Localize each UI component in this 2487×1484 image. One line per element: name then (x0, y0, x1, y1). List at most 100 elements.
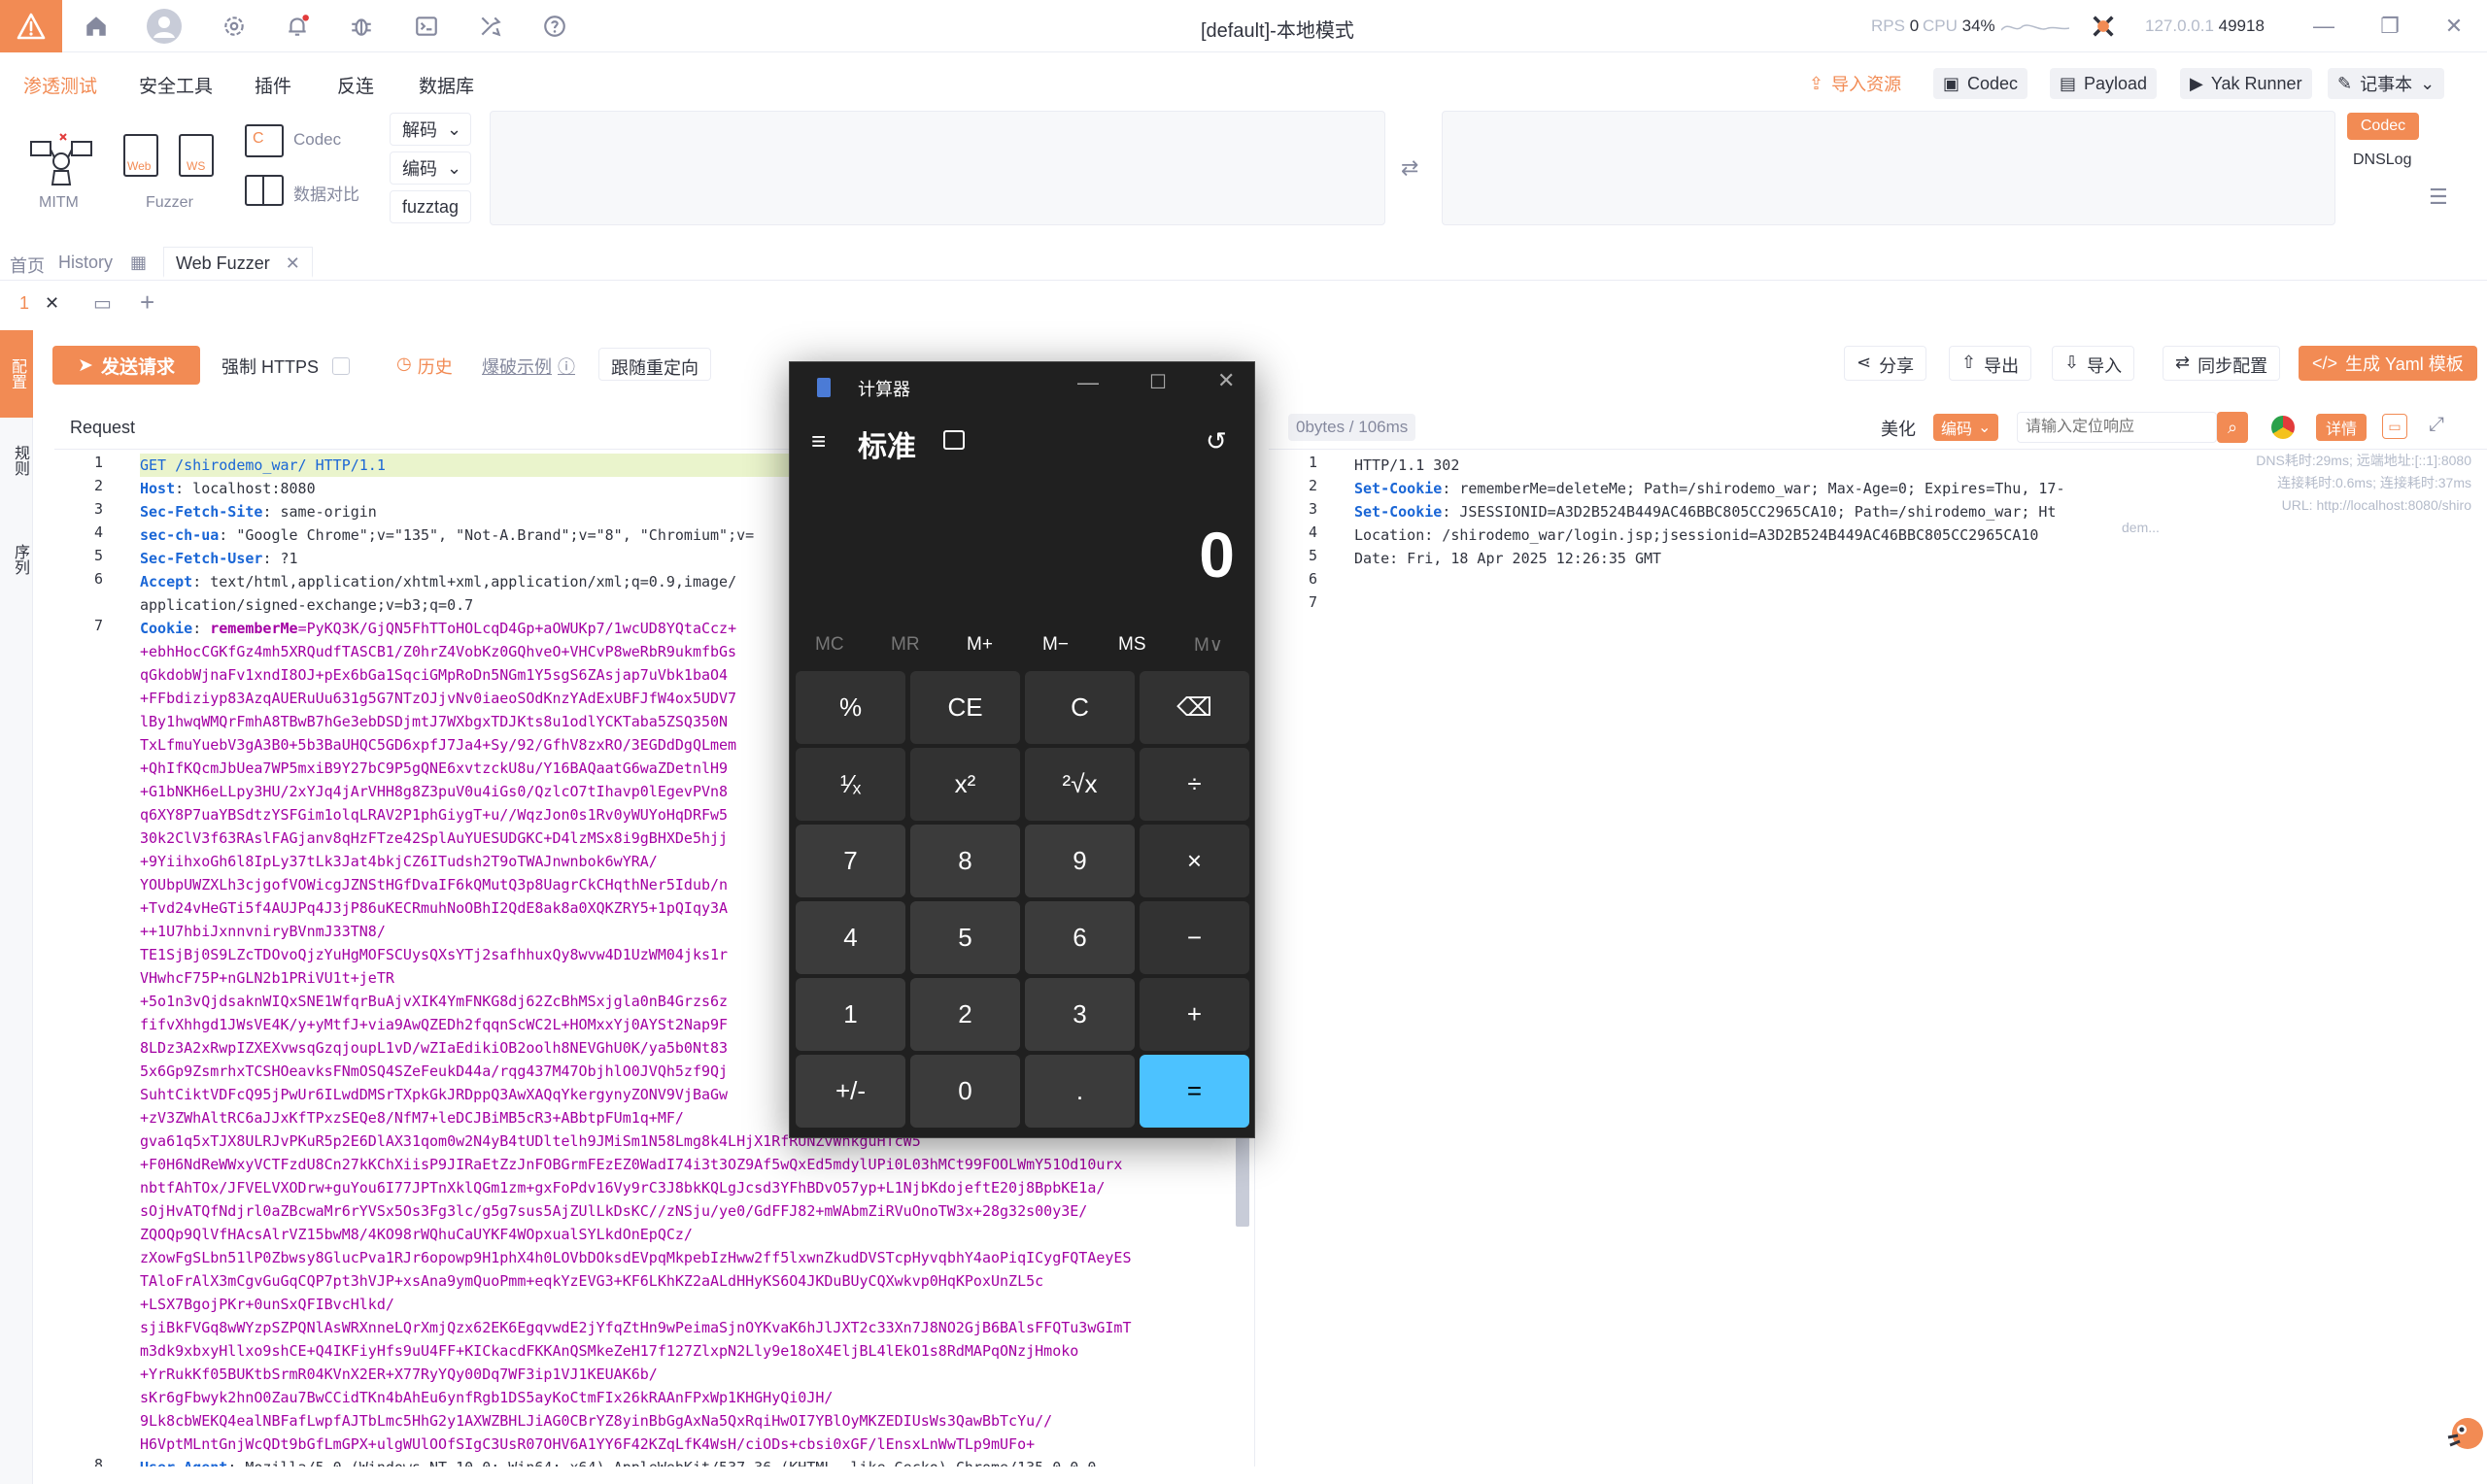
bell-icon[interactable] (283, 12, 312, 41)
mitm-icon[interactable] (27, 132, 95, 190)
rail-sequence[interactable]: 序列 (8, 544, 31, 575)
bug-icon[interactable] (347, 12, 376, 41)
data-compare-icon[interactable] (245, 175, 284, 206)
fuzztag-button[interactable]: fuzztag (390, 190, 471, 223)
send-request-button[interactable]: ➤ 发送请求 (52, 346, 200, 385)
export-button[interactable]: ⇧ 导出 (1949, 346, 2032, 381)
help-icon[interactable] (540, 12, 569, 41)
yak-runner-button[interactable]: ▶ Yak Runner (2180, 68, 2312, 99)
chrome-icon[interactable] (2271, 416, 2295, 439)
codec-top-button[interactable]: ▣ Codec (1933, 68, 2028, 99)
mitm-label[interactable]: MITM (39, 194, 79, 212)
swap-icon[interactable]: ⇄ (1401, 155, 1418, 181)
side-codec-button[interactable]: Codec (2347, 113, 2419, 140)
calc-maximize-button[interactable]: ☐ (1149, 370, 1167, 394)
menu-database[interactable]: 数据库 (419, 72, 474, 98)
memory-button-4[interactable]: MS (1118, 634, 1146, 656)
calc-key[interactable]: +/- (796, 1055, 905, 1128)
calc-key[interactable]: 0 (910, 1055, 1020, 1128)
payload-button[interactable]: ▤ Payload (2050, 68, 2158, 99)
web-fuzzer-icon[interactable]: Web (123, 134, 158, 177)
generate-yaml-button[interactable]: </> 生成 Yaml 模板 (2299, 346, 2477, 381)
calc-key[interactable]: 1 (796, 978, 905, 1051)
avatar-icon[interactable] (146, 8, 183, 45)
calc-key[interactable]: 8 (910, 825, 1020, 897)
codec-input-box[interactable] (490, 111, 1385, 225)
close-tab-icon[interactable]: ✕ (286, 253, 300, 273)
response-search-input[interactable] (2017, 412, 2217, 443)
calc-key[interactable]: × (1140, 825, 1249, 897)
app-logo[interactable] (0, 0, 62, 52)
menu-pentest[interactable]: 渗透测试 (23, 72, 97, 98)
close-subtab-icon[interactable]: ✕ (45, 293, 59, 314)
calc-key[interactable]: ÷ (1140, 748, 1249, 821)
fullscreen-icon[interactable]: ⤢ (2429, 414, 2444, 436)
calc-close-button[interactable]: ✕ (1217, 368, 1235, 393)
notepad-button[interactable]: ✎ 记事本 ⌄ (2328, 68, 2445, 99)
calc-key[interactable]: 5 (910, 901, 1020, 974)
home-icon[interactable] (82, 12, 111, 41)
rail-config[interactable]: 配置 (0, 330, 33, 418)
calc-history-icon[interactable]: ↺ (1206, 426, 1227, 456)
close-window-button[interactable]: ✕ (2435, 10, 2473, 43)
mascot-icon[interactable] (2442, 1408, 2487, 1457)
tools-icon[interactable] (476, 12, 505, 41)
encoding-select[interactable]: 编码 ⌄ (1933, 414, 1999, 441)
ws-fuzzer-icon[interactable]: WS (179, 134, 214, 177)
memory-button-3[interactable]: M− (1042, 634, 1069, 656)
calc-key[interactable]: ²√x (1025, 748, 1135, 821)
equals-button[interactable]: = (1140, 1055, 1249, 1128)
comment-icon[interactable]: ▭ (2382, 414, 2407, 439)
menu-security-tools[interactable]: 安全工具 (139, 72, 213, 98)
grid-icon[interactable]: ▦ (130, 253, 147, 273)
calc-key[interactable]: ¹⁄ₓ (796, 748, 905, 821)
force-https-toggle[interactable]: 强制 HTTPS (221, 354, 351, 379)
beautify-button[interactable]: 美化 (1881, 416, 1916, 441)
memory-button-0[interactable]: MC (815, 634, 844, 656)
codec-tool-label[interactable]: Codec (293, 130, 341, 150)
blast-example-link[interactable]: 爆破示例 ⓘ (482, 354, 575, 379)
memory-button-1[interactable]: MR (891, 634, 920, 656)
codec-tool-icon[interactable]: C (245, 124, 284, 157)
tab-home[interactable]: 首页 (10, 253, 45, 278)
fuzzer-label[interactable]: Fuzzer (146, 194, 193, 212)
encode-select[interactable]: 编码 ⌄ (390, 152, 471, 185)
request-scrollbar[interactable] (1236, 1130, 1249, 1227)
calc-key[interactable]: C (1025, 671, 1135, 744)
force-https-checkbox[interactable] (332, 357, 351, 375)
calc-key[interactable]: 7 (796, 825, 905, 897)
minimize-button[interactable]: — (2304, 10, 2343, 43)
hamburger-menu-icon[interactable]: ≡ (811, 426, 826, 456)
decode-select[interactable]: 解码 ⌄ (390, 113, 471, 146)
calc-key[interactable]: ⌫ (1140, 671, 1249, 744)
calc-key[interactable]: 4 (796, 901, 905, 974)
calc-key[interactable]: 3 (1025, 978, 1135, 1051)
data-compare-label[interactable]: 数据对比 (293, 181, 359, 205)
sort-icon[interactable]: ☰ (2429, 185, 2448, 210)
follow-redirect-button[interactable]: 跟随重定向 (598, 348, 711, 381)
memory-button-2[interactable]: M+ (967, 634, 993, 656)
tab-history[interactable]: History (58, 253, 113, 273)
menu-plugins[interactable]: 插件 (255, 72, 291, 98)
calc-key[interactable]: CE (910, 671, 1020, 744)
tab-web-fuzzer[interactable]: Web Fuzzer ✕ (163, 247, 313, 278)
calc-key[interactable]: + (1140, 978, 1249, 1051)
menu-reverse[interactable]: 反连 (337, 72, 374, 98)
calc-key[interactable]: . (1025, 1055, 1135, 1128)
gear-icon[interactable] (220, 12, 249, 41)
calc-key[interactable]: 6 (1025, 901, 1135, 974)
keep-on-top-icon[interactable] (943, 430, 965, 450)
share-button[interactable]: ⋖ 分享 (1844, 346, 1927, 381)
search-icon[interactable]: ⌕ (2217, 412, 2248, 443)
restore-button[interactable]: ❐ (2370, 10, 2409, 43)
calc-key[interactable]: x² (910, 748, 1020, 821)
import-resource-button[interactable]: ⇪ 导入资源 (1799, 68, 1911, 99)
sync-config-button[interactable]: ⇄ 同步配置 (2163, 346, 2281, 381)
add-tab-icon[interactable]: + (140, 287, 154, 318)
memory-button-5[interactable]: M∨ (1194, 634, 1223, 657)
rail-rules[interactable]: 规则 (8, 445, 31, 476)
calc-key[interactable]: 9 (1025, 825, 1135, 897)
calc-key[interactable]: − (1140, 901, 1249, 974)
calc-key[interactable]: % (796, 671, 905, 744)
history-button[interactable]: ◷ 历史 (396, 354, 453, 379)
